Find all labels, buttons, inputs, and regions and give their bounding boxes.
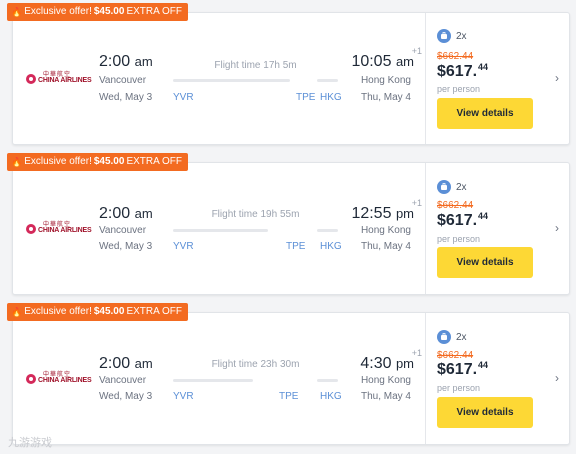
flight-duration: Flight time 19h 55m	[211, 209, 300, 220]
fire-icon: 🔥	[11, 157, 23, 167]
airline-name-en: CHINA AIRLINES	[38, 77, 92, 84]
departure-time: 2:00 am	[99, 205, 153, 222]
segment-line	[173, 229, 268, 232]
arrival-city: Hong Kong	[360, 225, 411, 236]
departure-city: Vancouver	[99, 225, 147, 236]
view-details-button[interactable]: View details	[437, 98, 533, 129]
flight-duration: Flight time 17h 5m	[214, 60, 297, 71]
plum-blossom-icon	[26, 74, 36, 84]
view-details-button[interactable]: View details	[437, 397, 533, 428]
per-person-label: per person	[437, 234, 481, 244]
stop-code: TPE	[286, 241, 306, 252]
badge-prefix: Exclusive offer!	[24, 6, 92, 17]
badge-suffix: EXTRA OFF	[126, 156, 182, 167]
departure-date: Wed, May 3	[99, 92, 153, 103]
badge-amount: $45.00	[93, 6, 125, 17]
exclusive-offer-badge: 🔥 Exclusive offer! $45.00 EXTRA OFF	[7, 303, 188, 321]
departure-city: Vancouver	[99, 75, 147, 86]
view-details-button[interactable]: View details	[437, 247, 533, 278]
luggage-icon	[437, 330, 451, 344]
departure-time: 2:00 am	[99, 355, 153, 372]
airline-logo: 中華航空 CHINA AIRLINES	[25, 369, 92, 389]
airline-name-en: CHINA AIRLINES	[38, 377, 92, 384]
fire-icon: 🔥	[11, 307, 23, 317]
segment-line	[317, 229, 338, 232]
badge-suffix: EXTRA OFF	[126, 6, 182, 17]
departure-code: YVR	[173, 241, 194, 252]
original-price: $662.44	[437, 200, 474, 211]
divider	[425, 163, 426, 294]
badge-amount: $45.00	[93, 156, 125, 167]
fire-icon: 🔥	[11, 7, 23, 17]
arrival-date: Thu, May 4	[360, 92, 411, 103]
plum-blossom-icon	[26, 224, 36, 234]
original-price: $662.44	[437, 350, 474, 361]
departure-code: YVR	[173, 92, 194, 103]
price: $617.44	[437, 360, 489, 378]
badge-suffix: EXTRA OFF	[126, 306, 182, 317]
departure-date: Wed, May 3	[99, 391, 153, 402]
plum-blossom-icon	[26, 374, 36, 384]
arrival-time: 12:55 pm +1	[351, 198, 422, 222]
departure-city: Vancouver	[99, 375, 147, 386]
badge-amount: $45.00	[93, 306, 125, 317]
divider	[425, 13, 426, 144]
price: $617.44	[437, 211, 489, 229]
chevron-right-icon[interactable]: ›	[555, 371, 559, 385]
luggage-icon	[437, 29, 451, 43]
arrival-time: 4:30 pm +1	[360, 348, 422, 372]
stop-code: TPE	[296, 92, 316, 103]
airline-name-en: CHINA AIRLINES	[38, 227, 92, 234]
stop-code: TPE	[279, 391, 299, 402]
arrival-city: Hong Kong	[360, 75, 411, 86]
departure-date: Wed, May 3	[99, 241, 153, 252]
segment-line	[317, 79, 338, 82]
segment-line	[173, 379, 253, 382]
per-person-label: per person	[437, 383, 481, 393]
exclusive-offer-badge: 🔥 Exclusive offer! $45.00 EXTRA OFF	[7, 153, 188, 171]
per-person-label: per person	[437, 84, 481, 94]
arrival-date: Thu, May 4	[360, 391, 411, 402]
bag-count: 2x	[456, 31, 467, 42]
divider	[425, 313, 426, 444]
flight-card[interactable]: 🔥 Exclusive offer! $45.00 EXTRA OFF 中華航空…	[7, 3, 570, 145]
watermark: 九游游戏	[8, 437, 52, 449]
flight-duration: Flight time 23h 30m	[211, 359, 300, 370]
arrival-city: Hong Kong	[360, 375, 411, 386]
departure-time: 2:00 am	[99, 53, 153, 70]
bag-count: 2x	[456, 332, 467, 343]
exclusive-offer-badge: 🔥 Exclusive offer! $45.00 EXTRA OFF	[7, 3, 188, 21]
price: $617.44	[437, 62, 489, 80]
original-price: $662.44	[437, 51, 474, 62]
departure-code: YVR	[173, 391, 194, 402]
airline-logo: 中華航空 CHINA AIRLINES	[25, 219, 92, 239]
segment-line	[173, 79, 290, 82]
arrival-code: HKG	[320, 92, 342, 103]
flight-card[interactable]: 🔥 Exclusive offer! $45.00 EXTRA OFF 中華航空…	[7, 303, 570, 445]
badge-prefix: Exclusive offer!	[24, 156, 92, 167]
badge-prefix: Exclusive offer!	[24, 306, 92, 317]
chevron-right-icon[interactable]: ›	[555, 71, 559, 85]
arrival-date: Thu, May 4	[360, 241, 411, 252]
bag-count: 2x	[456, 182, 467, 193]
arrival-code: HKG	[320, 391, 342, 402]
airline-logo: 中華航空 CHINA AIRLINES	[25, 69, 92, 89]
luggage-icon	[437, 180, 451, 194]
chevron-right-icon[interactable]: ›	[555, 221, 559, 235]
arrival-time: 10:05 am +1	[351, 46, 422, 70]
arrival-code: HKG	[320, 241, 342, 252]
segment-line	[317, 379, 338, 382]
flight-card[interactable]: 🔥 Exclusive offer! $45.00 EXTRA OFF 中華航空…	[7, 153, 570, 295]
